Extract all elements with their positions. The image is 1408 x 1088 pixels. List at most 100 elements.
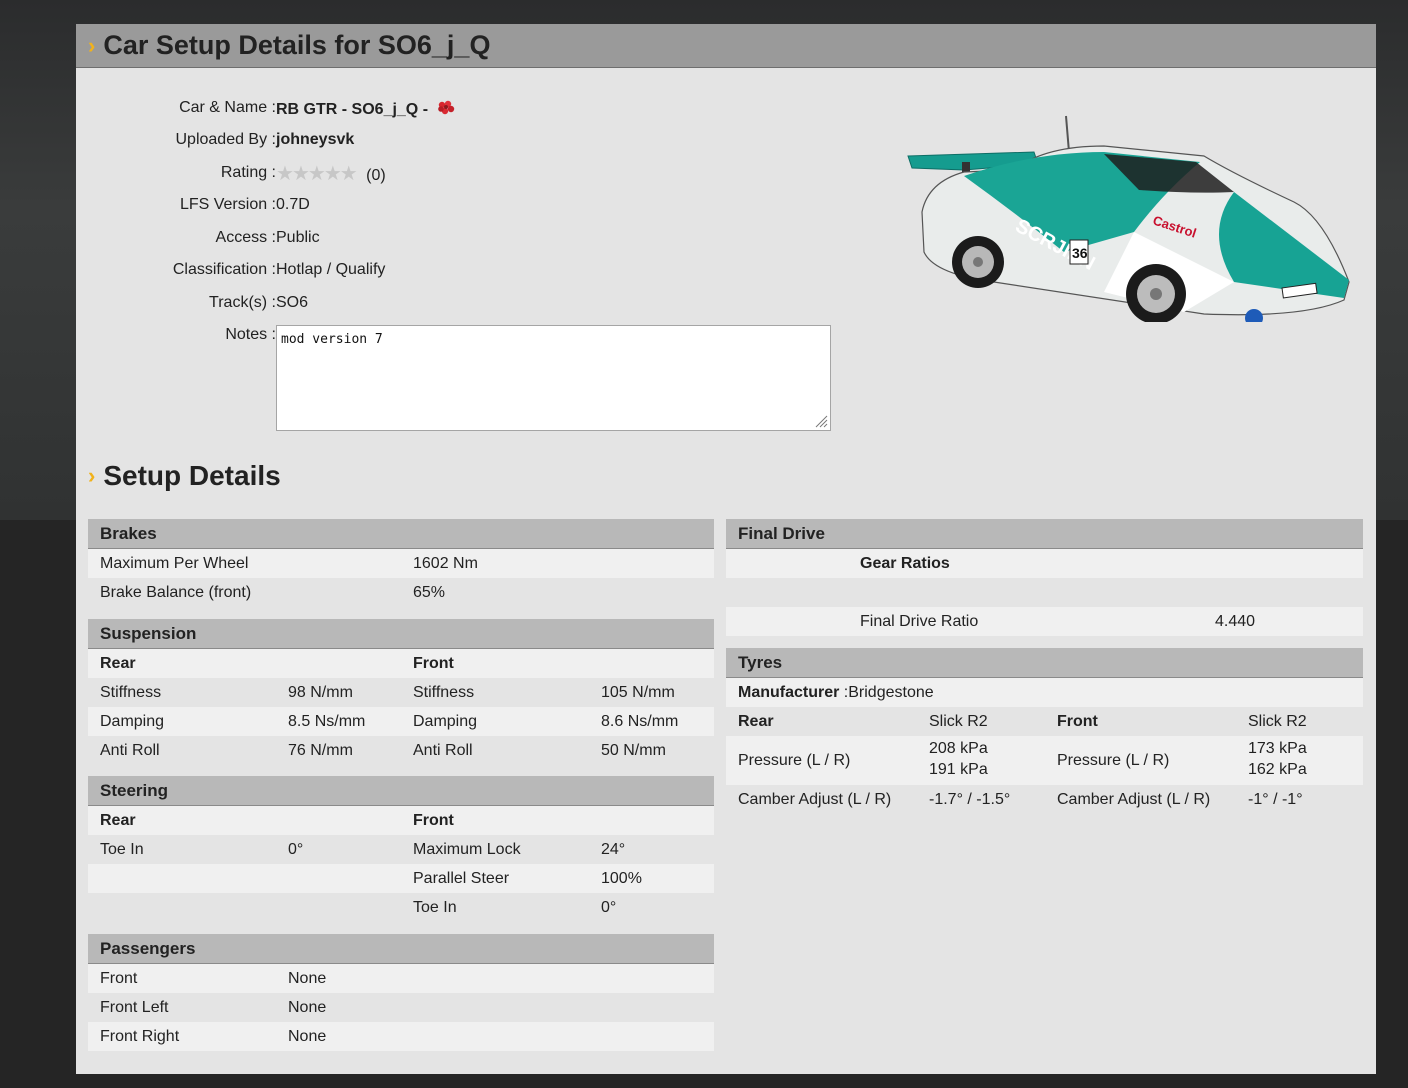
passengers-section: Passengers Front None Front Left None Fr… — [88, 934, 714, 1051]
cell-label: Brake Balance (front) — [100, 583, 252, 601]
star-icon[interactable]: ★ — [276, 163, 294, 185]
cell-value: 0° — [601, 898, 617, 916]
final-drive-section: Final Drive Gear Ratios Final Drive Rati… — [726, 519, 1363, 636]
rear-tyre-type: Slick R2 — [929, 712, 988, 730]
car-label: Car & Name : — [179, 99, 276, 116]
table-row: Rear Front — [88, 806, 714, 835]
cell-label: Damping — [413, 712, 478, 730]
section-header: Brakes — [88, 519, 714, 549]
star-icon[interactable]: ★ — [308, 163, 326, 185]
cell-label: Stiffness — [100, 683, 162, 701]
access-value: Public — [276, 229, 320, 246]
brakes-section: Brakes Maximum Per Wheel 1602 Nm Brake B… — [88, 519, 714, 607]
star-icon[interactable]: ★ — [324, 163, 342, 185]
cell-value: None — [288, 1027, 327, 1045]
star-icon[interactable]: ★ — [292, 163, 310, 185]
cell-value: 100% — [601, 869, 642, 887]
lfs-value: 0.7D — [276, 196, 310, 213]
front-pressure-right: 162 kPa — [1248, 761, 1307, 778]
table-row: Front Right None — [88, 1022, 714, 1051]
cell-label: Damping — [100, 712, 165, 730]
rear-pressure-right: 191 kPa — [929, 761, 988, 778]
steering-section: Steering Rear Front Toe In 0° Maximum Lo… — [88, 776, 714, 922]
track-value: SO6 — [276, 294, 309, 311]
cell-value: None — [288, 998, 327, 1016]
car-value: RB GTR - SO6_j_Q - — [276, 99, 456, 119]
rear-heading: Rear — [738, 712, 774, 730]
cell-value: 105 N/mm — [601, 683, 675, 701]
table-row: Toe In 0° Maximum Lock 24° — [88, 835, 714, 864]
rating-value: ★★★★★ (0) — [276, 161, 386, 186]
car-image: SCRJIEN 36 Castrol — [907, 115, 1350, 322]
rear-pressure-left: 208 kPa — [929, 740, 988, 757]
cell-label: Maximum Per Wheel — [100, 554, 249, 572]
cell-value: 50 N/mm — [601, 741, 666, 759]
svg-text:36: 36 — [1072, 245, 1088, 261]
cell-value: None — [288, 969, 327, 987]
lfs-label: LFS Version : — [179, 196, 276, 213]
track-label: Track(s) : — [209, 294, 276, 311]
car-name-text: RB GTR - SO6_j_Q - — [276, 101, 429, 118]
cell-label: Final Drive Ratio — [860, 612, 979, 630]
notes-textarea[interactable]: mod version 7 — [276, 325, 831, 431]
section-header: Suspension — [88, 619, 714, 649]
cell-value: 4.440 — [1215, 612, 1256, 630]
gear-ratios-heading: Gear Ratios — [860, 554, 950, 572]
table-row: Gear Ratios — [726, 549, 1363, 578]
cell-label: Toe In — [100, 840, 144, 858]
table-row: Stiffness 98 N/mm Stiffness 105 N/mm — [88, 678, 714, 707]
cell-label: Toe In — [413, 898, 457, 916]
cell-value: -1.7° / -1.5° — [929, 790, 1011, 808]
resize-handle-icon[interactable] — [814, 414, 828, 428]
table-row: Anti Roll 76 N/mm Anti Roll 50 N/mm — [88, 736, 714, 765]
table-row: Rear Front — [88, 649, 714, 678]
chevron-right-icon: › — [88, 32, 96, 58]
table-row: Brake Balance (front) 65% — [88, 578, 714, 607]
front-heading: Front — [413, 654, 454, 672]
front-heading: Front — [1057, 712, 1098, 730]
manufacturer-value: Bridgestone — [848, 683, 934, 701]
table-row: Rear Slick R2 Front Slick R2 — [726, 707, 1363, 736]
notes-label: Notes : — [225, 326, 276, 343]
section-header: Passengers — [88, 934, 714, 964]
uploader-link[interactable]: johneysvk — [276, 131, 354, 149]
setup-details-title: Setup Details — [103, 460, 281, 491]
table-row: Toe In 0° — [88, 893, 714, 922]
rating-count: (0) — [366, 167, 386, 184]
chevron-right-icon: › — [88, 463, 96, 488]
cell-label: Front — [100, 969, 138, 987]
cell-label: Parallel Steer — [413, 869, 510, 887]
table-row: Pressure (L / R) 208 kPa 191 kPa Pressur… — [726, 736, 1363, 785]
cell-value: 8.6 Ns/mm — [601, 712, 679, 730]
table-row — [726, 578, 1363, 607]
section-header: Tyres — [726, 648, 1363, 678]
table-row: Camber Adjust (L / R) -1.7° / -1.5° Camb… — [726, 785, 1363, 814]
cell-label: Anti Roll — [413, 741, 473, 759]
cell-value: 24° — [601, 840, 626, 858]
front-heading: Front — [413, 811, 454, 829]
cell-value: 76 N/mm — [288, 741, 353, 759]
cell-value: 98 N/mm — [288, 683, 353, 701]
cell-label: Camber Adjust (L / R) — [1057, 790, 1211, 808]
cell-value: 1602 Nm — [413, 554, 478, 572]
flag-icon[interactable] — [436, 99, 456, 117]
cell-label: Maximum Lock — [413, 840, 521, 858]
cell-value: 8.5 Ns/mm — [288, 712, 366, 730]
table-row: Maximum Per Wheel 1602 Nm — [88, 549, 714, 578]
uploaded-label: Uploaded By : — [175, 131, 276, 148]
suspension-section: Suspension Rear Front Stiffness 98 N/mm … — [88, 619, 714, 765]
cell-label: Front Left — [100, 998, 169, 1016]
tyres-section: Tyres Manufacturer : Bridgestone Rear Sl… — [726, 648, 1363, 814]
star-icon[interactable]: ★ — [340, 163, 358, 185]
table-row: Final Drive Ratio 4.440 — [726, 607, 1363, 636]
table-row: Damping 8.5 Ns/mm Damping 8.6 Ns/mm — [88, 707, 714, 736]
cell-label: Front Right — [100, 1027, 180, 1045]
page-title: Car Setup Details for SO6_j_Q — [103, 30, 491, 60]
front-pressure-left: 173 kPa — [1248, 740, 1307, 757]
rear-heading: Rear — [100, 811, 136, 829]
section-header: Final Drive — [726, 519, 1363, 549]
manufacturer-cell: Manufacturer : Bridgestone — [738, 683, 934, 701]
cell-value: -1° / -1° — [1248, 790, 1303, 808]
cell-label: Anti Roll — [100, 741, 160, 759]
class-value: Hotlap / Qualify — [276, 261, 386, 278]
